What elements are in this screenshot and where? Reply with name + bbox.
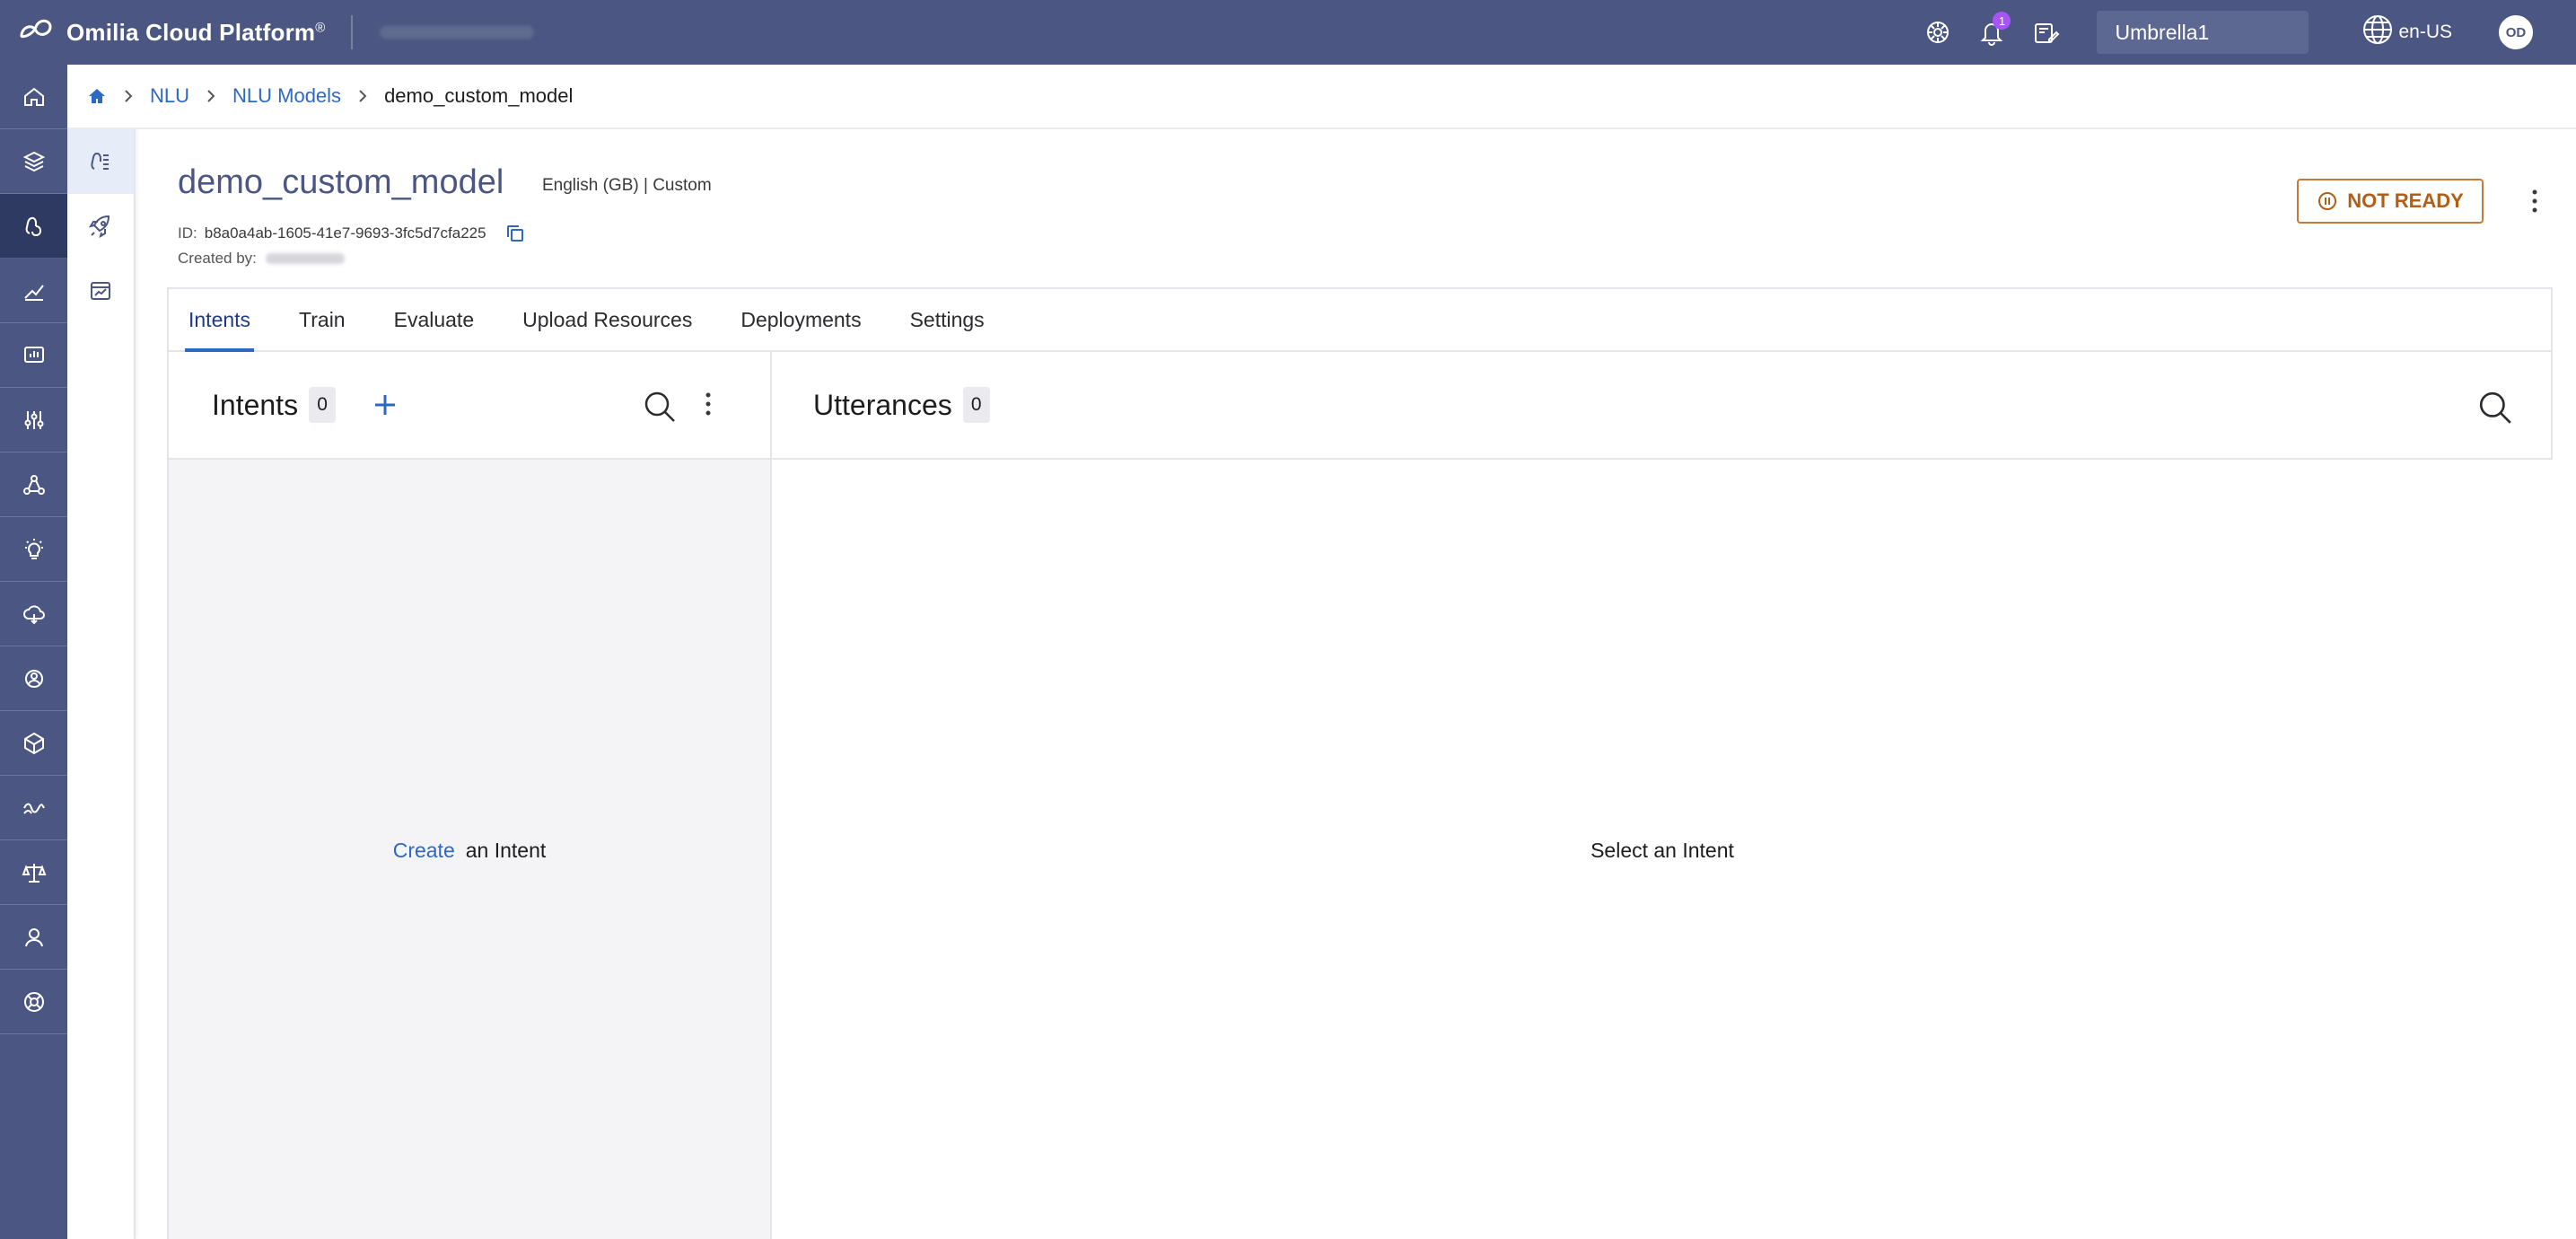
report-icon	[91, 282, 110, 300]
chevron-right-icon	[125, 90, 133, 102]
wave-icon	[22, 803, 45, 814]
subnav-nlu-models[interactable]	[67, 129, 134, 194]
nav-nlu[interactable]	[0, 194, 67, 259]
network-icon	[22, 474, 45, 495]
locale-label: en-US	[2398, 22, 2452, 42]
nav-insights[interactable]	[0, 517, 67, 582]
nlu-icon	[25, 216, 41, 236]
create-intent-link[interactable]: Create	[393, 839, 455, 863]
utterances-pane: Utterances 0 Select an Intent	[772, 352, 2553, 1239]
globe-icon	[2361, 13, 2395, 52]
status-label: NOT READY	[2347, 189, 2464, 212]
analytics-icon	[23, 284, 44, 301]
subnav-reports[interactable]	[67, 259, 134, 323]
create-intent-text: an Intent	[465, 838, 547, 862]
nav-cloud[interactable]	[0, 582, 67, 646]
model-id-row: ID: b8a0a4ab-1605-41e7-9693-3fc5d7cfa225	[178, 223, 526, 244]
tab-settings[interactable]: Settings	[910, 289, 985, 350]
scale-icon	[22, 863, 46, 883]
model-more-menu-icon[interactable]	[2524, 185, 2545, 217]
utterances-title: Utterances	[813, 388, 952, 421]
locale-selector[interactable]: en-US	[2357, 13, 2452, 52]
tab-train[interactable]: Train	[299, 289, 346, 350]
search-utterances-icon[interactable]	[2477, 390, 2513, 426]
nav-voice[interactable]	[0, 776, 67, 840]
breadcrumb: NLU NLU Models demo_custom_model	[67, 65, 2576, 129]
nav-users[interactable]	[0, 905, 67, 970]
status-badge[interactable]: NOT READY	[2297, 179, 2484, 224]
main-nav-rail	[0, 65, 67, 1239]
nlu-sub-nav	[67, 129, 136, 1239]
intents-pane: Intents 0 Create an Intent	[169, 352, 772, 1239]
rocket-icon	[88, 215, 110, 239]
notification-count-badge: 1	[1993, 12, 2011, 30]
model-language-type: English (GB) | Custom	[542, 176, 712, 195]
nav-dashboard[interactable]	[0, 323, 67, 388]
tab-bar: Intents Train Evaluate Upload Resources …	[169, 289, 2551, 352]
intents-empty-state: Create an Intent	[169, 460, 770, 1239]
nav-analytics[interactable]	[0, 259, 67, 323]
add-intent-icon[interactable]	[372, 391, 399, 418]
gear-group-icon	[24, 669, 43, 688]
support-icon	[23, 991, 44, 1012]
blurred-text	[379, 26, 534, 39]
copy-icon[interactable]	[504, 223, 526, 244]
tab-deployments[interactable]: Deployments	[740, 289, 861, 350]
topbar-divider	[350, 15, 353, 49]
created-by-row: Created by:	[178, 250, 345, 268]
omilia-logo-icon	[16, 14, 56, 51]
model-id-label: ID:	[178, 224, 197, 242]
intents-count: 0	[309, 387, 337, 423]
nav-compliance[interactable]	[0, 840, 67, 905]
breadcrumb-nlu[interactable]: NLU	[150, 84, 189, 108]
breadcrumb-current: demo_custom_model	[384, 84, 574, 107]
subnav-deploy[interactable]	[67, 194, 134, 259]
user-avatar[interactable]: OD	[2499, 15, 2533, 49]
chevron-right-icon	[359, 90, 367, 102]
brand[interactable]: Omilia Cloud Platform®	[16, 14, 326, 51]
nav-integrations[interactable]	[0, 646, 67, 711]
page-title: demo_custom_model	[178, 163, 504, 201]
chevron-right-icon	[207, 90, 215, 102]
created-by-value-redacted	[265, 253, 345, 264]
nav-settings-sliders[interactable]	[0, 388, 67, 453]
intents-more-menu-icon[interactable]	[700, 390, 716, 420]
tab-evaluate[interactable]: Evaluate	[394, 289, 475, 350]
nav-network[interactable]	[0, 453, 67, 517]
created-by-label: Created by:	[178, 250, 257, 267]
notifications-bell-icon[interactable]: 1	[1975, 12, 2011, 49]
brand-name: Omilia Cloud Platform®	[66, 18, 326, 46]
dashboard-icon	[23, 346, 44, 363]
workspace-selector[interactable]: Umbrella1	[2097, 11, 2309, 54]
model-id-value: b8a0a4ab-1605-41e7-9693-3fc5d7cfa225	[204, 224, 486, 242]
tab-upload-resources[interactable]: Upload Resources	[522, 289, 692, 350]
cube-icon	[23, 732, 44, 754]
utterances-count: 0	[962, 387, 990, 423]
top-bar: Omilia Cloud Platform® 1 Umbrella1 en-US…	[0, 0, 2576, 65]
pause-circle-icon	[2318, 192, 2337, 210]
utterances-header: Utterances 0	[772, 352, 2553, 460]
breadcrumb-nlu-models[interactable]: NLU Models	[232, 84, 341, 108]
intents-title: Intents	[212, 388, 299, 421]
nav-packages[interactable]	[0, 711, 67, 776]
nav-home[interactable]	[0, 65, 67, 129]
layers-icon	[22, 151, 45, 171]
sliders-icon	[24, 410, 43, 429]
breadcrumb-home-icon[interactable]	[87, 86, 107, 106]
search-intents-icon[interactable]	[643, 390, 677, 424]
cloud-icon	[22, 604, 45, 624]
status-icon[interactable]	[1921, 15, 1955, 49]
utterances-empty-state: Select an Intent	[772, 460, 2553, 1239]
home-icon	[23, 87, 44, 106]
model-card: Intents Train Evaluate Upload Resources …	[167, 287, 2553, 1239]
nlu-models-icon	[91, 152, 109, 170]
nav-support[interactable]	[0, 970, 67, 1034]
release-notes-icon[interactable]	[2028, 15, 2063, 49]
select-intent-text: Select an Intent	[1590, 838, 1734, 862]
user-icon	[24, 927, 43, 946]
lightbulb-icon	[24, 538, 43, 559]
intents-header: Intents 0	[169, 352, 770, 460]
nav-layers[interactable]	[0, 129, 67, 194]
tab-intents[interactable]: Intents	[184, 289, 255, 352]
